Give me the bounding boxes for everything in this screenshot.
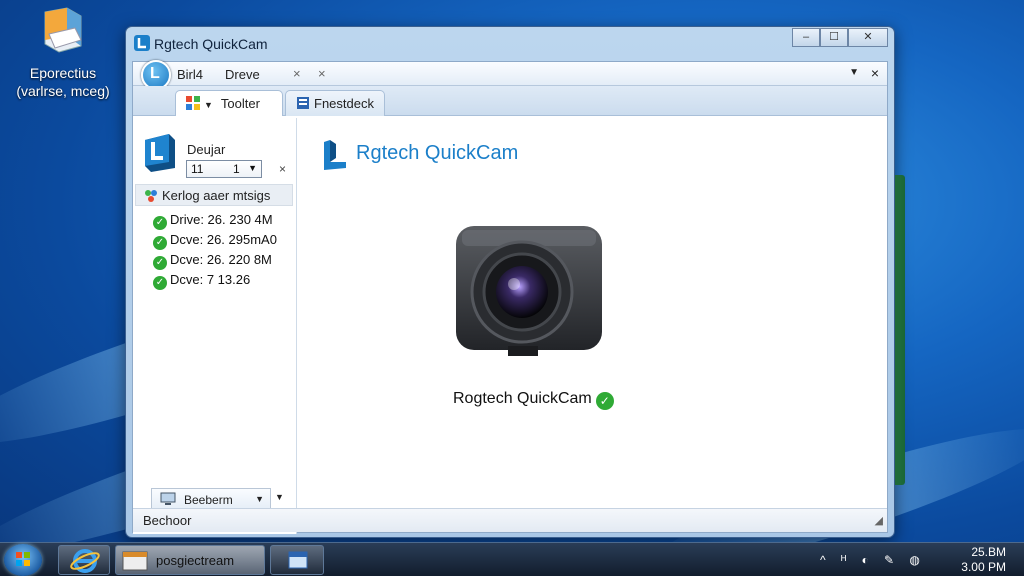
check-icon: ✓ xyxy=(595,392,614,410)
list-item[interactable]: ✓ Dcve: 7 13.26 xyxy=(153,272,250,290)
check-icon: ✓ xyxy=(153,256,167,270)
drive-label: Drive: 26. 230 4M xyxy=(170,212,273,227)
footer-dropdown-button[interactable]: Beeberm ▼ xyxy=(151,488,271,510)
status-text: Bechoor xyxy=(143,513,192,528)
device-header: Deujar 11 1 ▼ × xyxy=(133,118,296,178)
list-item[interactable]: ✓ Dcve: 26. 295mA0 xyxy=(153,232,277,250)
computer-icon xyxy=(160,492,176,506)
device-logo-icon xyxy=(143,134,177,172)
drive-label: Dcve: 26. 220 8M xyxy=(170,252,272,267)
window-icon xyxy=(122,551,148,571)
address-item-2[interactable]: Dreve xyxy=(225,67,260,82)
check-icon: ✓ xyxy=(153,216,167,230)
tab-toolter[interactable]: ▼ Toolter xyxy=(175,90,283,116)
taskbar-browser-button[interactable] xyxy=(58,545,110,575)
minimize-button[interactable]: – xyxy=(792,28,820,47)
chevron-down-icon[interactable]: ▼ xyxy=(849,67,859,78)
main-panel: Rgtech QuickCam Rogtech QuickCam ✓ xyxy=(298,118,887,508)
internet-explorer-icon xyxy=(70,549,100,573)
close-icon[interactable]: × xyxy=(293,66,301,81)
device-caption: Rogtech QuickCam ✓ xyxy=(453,390,614,410)
colorful-window-icon xyxy=(186,96,200,110)
brand-logo-icon xyxy=(322,140,348,170)
select-value-b: 1 xyxy=(233,162,240,176)
desktop-icon-label-2: (varlrse, mceg) xyxy=(16,83,110,99)
check-icon: ✓ xyxy=(153,276,167,290)
tab-bar: ▼ Toolter Fnestdeck xyxy=(133,86,887,116)
taskbar-app-label: posgiectream xyxy=(156,553,235,568)
address-bar: L Birl4 Dreve × × ▼ × xyxy=(133,60,887,90)
title-bar[interactable]: Rgtech QuickCam – ☐ ✕ xyxy=(126,27,894,59)
desktop-icon[interactable]: Eporectius (varlrse, mceg) xyxy=(8,6,118,100)
network-icon xyxy=(144,189,158,203)
clock-line-1: 25.BM xyxy=(971,545,1006,559)
sidebar: Deujar 11 1 ▼ × Kerlog aaer mtsigs ✓ Driv… xyxy=(133,118,297,534)
resize-grip-icon[interactable]: ◢ xyxy=(875,514,883,527)
list-item[interactable]: ✓ Dcve: 26. 220 8M xyxy=(153,252,272,270)
close-icon[interactable]: × xyxy=(318,66,326,81)
group-header[interactable]: Kerlog aaer mtsigs xyxy=(135,184,293,206)
webcam-image xyxy=(448,218,608,368)
tab-label: Toolter xyxy=(220,96,260,111)
chevron-down-icon: ▼ xyxy=(248,163,257,173)
caption-text: Rogtech QuickCam xyxy=(453,390,592,407)
device-name: Deujar xyxy=(187,142,226,157)
desktop-icon-label-1: Eporectius xyxy=(29,65,97,81)
tab-fnestdeck[interactable]: Fnestdeck xyxy=(285,90,385,116)
system-tray[interactable]: ^ ᴴ ◐ ✎ ◍ xyxy=(820,553,926,567)
check-icon: ✓ xyxy=(153,236,167,250)
clock[interactable]: 25.BM 3.00 PM xyxy=(961,545,1006,575)
group-label: Kerlog aaer mtsigs xyxy=(162,188,271,203)
close-pane-icon[interactable]: × xyxy=(871,65,879,81)
list-item[interactable]: ✓ Drive: 26. 230 4M xyxy=(153,212,273,230)
window-title: Rgtech QuickCam xyxy=(154,36,268,52)
taskbar: posgiectream ^ ᴴ ◐ ✎ ◍ 25.BM 3.00 PM xyxy=(0,542,1024,576)
clock-line-2: 3.00 PM xyxy=(961,560,1006,574)
close-button[interactable]: ✕ xyxy=(848,28,888,47)
chevron-down-icon[interactable]: ▼ xyxy=(275,492,284,502)
app-logo-icon xyxy=(133,34,151,52)
device-select[interactable]: 11 1 ▼ xyxy=(186,160,262,178)
close-icon[interactable]: × xyxy=(279,162,286,176)
footer-button-label: Beeberm xyxy=(184,493,233,507)
maximize-button[interactable]: ☐ xyxy=(820,28,848,47)
taskbar-window-button[interactable] xyxy=(270,545,324,575)
drive-label: Dcve: 7 13.26 xyxy=(170,272,251,287)
background-window-edge xyxy=(895,175,905,485)
installer-box-icon xyxy=(41,6,85,56)
select-value-a: 11 xyxy=(191,162,204,176)
tab-label: Fnestdeck xyxy=(314,96,374,111)
drive-label: Dcve: 26. 295mA0 xyxy=(170,232,277,247)
window-content: L Birl4 Dreve × × ▼ × ▼Toolter Fnestdec xyxy=(132,60,888,534)
brand-title: Rgtech QuickCam xyxy=(356,142,519,164)
chevron-down-icon: ▼ xyxy=(204,100,213,110)
address-item-1[interactable]: Birl4 xyxy=(177,67,203,82)
document-icon xyxy=(296,96,310,110)
status-bar: Bechoor ◢ xyxy=(133,508,887,532)
window-controls: – ☐ ✕ xyxy=(792,28,888,47)
start-button[interactable] xyxy=(4,544,42,576)
app-window: Rgtech QuickCam – ☐ ✕ L Birl4 Dreve × × … xyxy=(125,26,895,538)
taskbar-active-app[interactable]: posgiectream xyxy=(115,545,265,575)
window-icon xyxy=(288,551,308,569)
chevron-down-icon: ▼ xyxy=(255,494,264,504)
